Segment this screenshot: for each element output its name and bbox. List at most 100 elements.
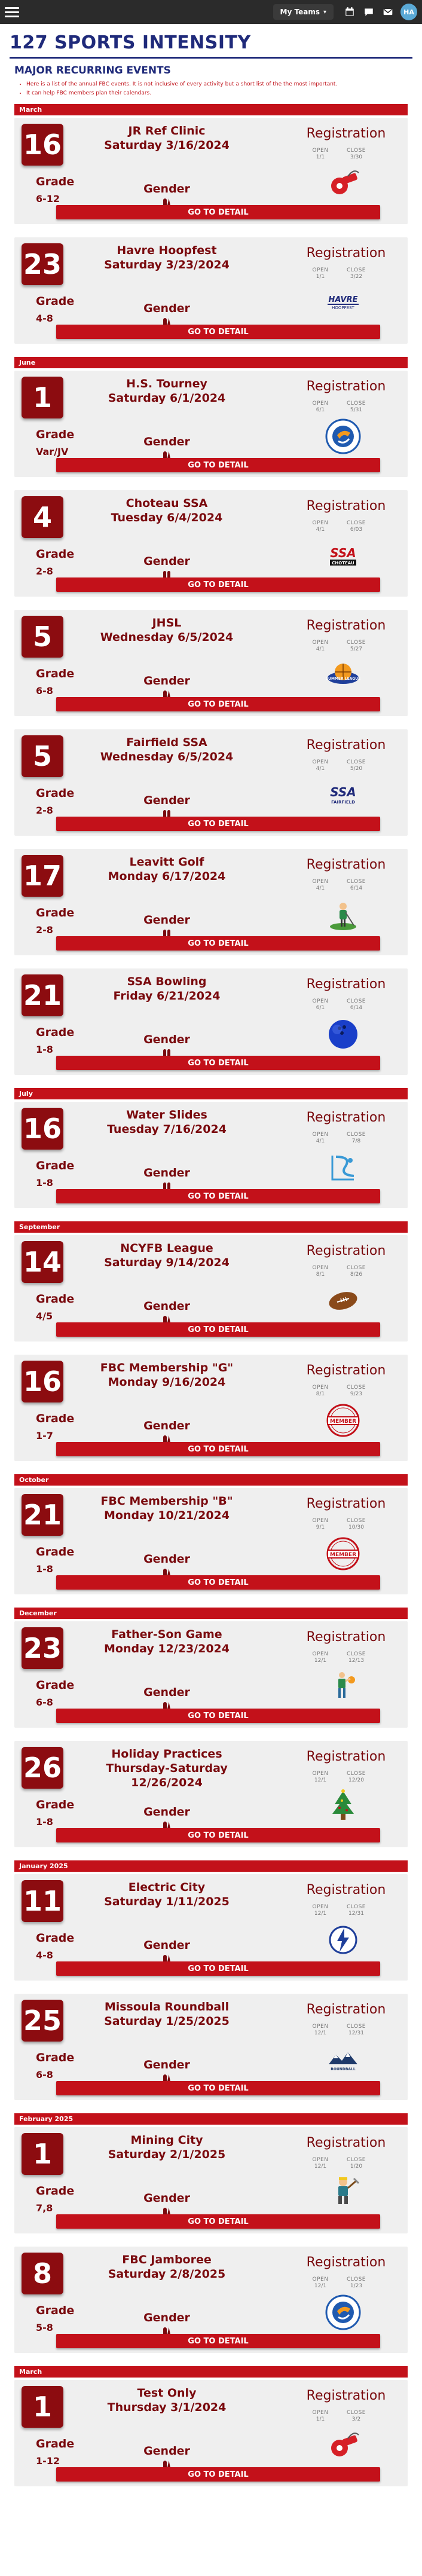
grade-label: Grade [36, 548, 75, 561]
close-label: CLOSE [347, 520, 366, 526]
grade-value: 2-8 [36, 805, 53, 816]
registration-label: Registration [306, 1363, 386, 1378]
grade-value: Var/JV [36, 446, 69, 457]
open-label: OPEN [312, 879, 329, 885]
ssa-fairfield-logo: SSA FAIRFIELD [324, 776, 362, 814]
event-name: Fairfield SSA [126, 736, 207, 749]
go-to-detail-button[interactable]: GO TO DETAIL [56, 2081, 380, 2095]
event-card: 4 Grade 2-8 Choteau SSA Tuesday 6/4/2024 Gend… [14, 490, 408, 597]
month-header: September [14, 1221, 408, 1233]
close-value: 5/20 [350, 766, 363, 772]
event-name: Electric City [128, 1881, 206, 1894]
event-name: H.S. Tourney [126, 377, 207, 390]
close-label: CLOSE [347, 640, 366, 646]
grade-label: Grade [36, 1679, 75, 1692]
go-to-detail-button[interactable]: GO TO DETAIL [56, 205, 380, 219]
event-date: Monday 6/17/2024 [108, 870, 226, 883]
close-date: CLOSE 12/20 [344, 1771, 368, 1784]
go-to-detail-button[interactable]: GO TO DETAIL [56, 817, 380, 831]
event-card: 21 Grade 1-8 FBC Membership "B" Monday 10/21… [14, 1488, 408, 1594]
go-to-detail-button[interactable]: GO TO DETAIL [56, 1322, 380, 1337]
go-to-detail-button[interactable]: GO TO DETAIL [56, 1961, 380, 1976]
grade-value: 2-8 [36, 924, 53, 936]
go-to-detail-button[interactable]: GO TO DETAIL [56, 1442, 380, 1456]
event-card: 23 Grade 6-8 Father-Son Game Monday 12/23/20… [14, 1621, 408, 1728]
event-name: Test Only [137, 2386, 197, 2400]
open-label: OPEN [312, 2276, 329, 2282]
event-date: Saturday 6/1/2024 [108, 392, 226, 405]
registration-label: Registration [306, 2255, 386, 2270]
event-card: 1 Grade 7,8 Mining City Saturday 2/1/2025 Gen… [14, 2127, 408, 2233]
go-to-detail-button[interactable]: GO TO DETAIL [56, 1575, 380, 1590]
event-card: 16 Grade 1-7 FBC Membership "G" Monday 9/16/… [14, 1355, 408, 1461]
open-value: 12/1 [314, 1658, 327, 1664]
close-date: CLOSE 7/8 [344, 1132, 368, 1145]
grade-label: Grade [36, 1159, 75, 1172]
close-date: CLOSE 5/31 [344, 401, 368, 414]
close-value: 5/31 [350, 407, 363, 413]
svg-text:SSA: SSA [330, 546, 356, 560]
go-to-detail-button[interactable]: GO TO DETAIL [56, 2214, 380, 2229]
gender-label: Gender [143, 2192, 190, 2205]
mail-icon[interactable] [380, 4, 396, 20]
close-date: CLOSE 9/23 [344, 1385, 368, 1398]
my-teams-dropdown[interactable]: My Teams ▾ [273, 4, 334, 20]
gender-label: Gender [143, 1166, 190, 1179]
event-date: Tuesday 7/16/2024 [107, 1123, 227, 1136]
grade-label: Grade [36, 1798, 75, 1811]
open-label: OPEN [312, 759, 329, 765]
go-to-detail-button[interactable]: GO TO DETAIL [56, 697, 380, 711]
event-title: Fairfield SSA Wednesday 6/5/2024 [74, 735, 259, 764]
grade-value: 6-8 [36, 685, 53, 696]
user-avatar[interactable]: HA [400, 4, 417, 20]
close-value: 9/23 [350, 1391, 363, 1397]
go-to-detail-button[interactable]: GO TO DETAIL [56, 325, 380, 339]
event-title: JHSL Wednesday 6/5/2024 [74, 616, 259, 644]
event-date: Saturday 2/8/2025 [108, 2268, 226, 2281]
go-to-detail-button[interactable]: GO TO DETAIL [56, 1828, 380, 1842]
event-card: 11 Grade 4-8 Electric City Saturday 1/11/202… [14, 1874, 408, 1981]
miner-logo [324, 2174, 362, 2212]
events-list: March 16 Grade 6-12 JR Ref Clinic Saturday 3/… [0, 104, 422, 2486]
christmas-tree-logo [324, 1787, 362, 1826]
event-date: Saturday 3/16/2024 [104, 139, 230, 152]
event-title: Mining City Saturday 2/1/2025 [74, 2133, 259, 2162]
hamburger-menu-icon[interactable] [5, 5, 19, 19]
event-name: SSA Bowling [127, 975, 207, 988]
event-name: Choteau SSA [126, 497, 208, 510]
event-card: 5 Grade 2-8 Fairfield SSA Wednesday 6/5/2024… [14, 729, 408, 836]
section-title: MAJOR RECURRING EVENTS [14, 65, 171, 77]
registration-label: Registration [306, 2135, 386, 2150]
go-to-detail-button[interactable]: GO TO DETAIL [56, 2467, 380, 2482]
gender-label: Gender [143, 1805, 190, 1819]
calendar-icon[interactable] [342, 4, 357, 20]
gender-label: Gender [143, 1939, 190, 1952]
go-to-detail-button[interactable]: GO TO DETAIL [56, 458, 380, 472]
whistle-logo [324, 164, 362, 203]
gender-label: Gender [143, 913, 190, 927]
open-label: OPEN [312, 2157, 329, 2163]
open-label: OPEN [312, 1518, 329, 1524]
go-to-detail-button[interactable]: GO TO DETAIL [56, 2334, 380, 2348]
grade-value: 6-12 [36, 193, 60, 204]
go-to-detail-button[interactable]: GO TO DETAIL [56, 936, 380, 951]
event-day: 4 [22, 496, 63, 538]
chat-icon[interactable] [361, 4, 377, 20]
registration-label: Registration [306, 126, 386, 141]
open-date: OPEN 12/1 [308, 1651, 332, 1664]
close-value: 6/03 [350, 527, 363, 533]
open-value: 8/1 [316, 1391, 325, 1397]
event-title: FBC Membership "G" Monday 9/16/2024 [74, 1361, 259, 1389]
sports-club-logo [324, 2293, 362, 2331]
close-value: 10/30 [348, 1524, 364, 1530]
registration-label: Registration [306, 2388, 386, 2403]
go-to-detail-button[interactable]: GO TO DETAIL [56, 1056, 380, 1070]
go-to-detail-button[interactable]: GO TO DETAIL [56, 577, 380, 592]
gender-label: Gender [143, 1033, 190, 1046]
gender-label: Gender [143, 435, 190, 448]
event-day: 5 [22, 616, 63, 658]
event-day: 11 [22, 1880, 63, 1922]
go-to-detail-button[interactable]: GO TO DETAIL [56, 1709, 380, 1723]
go-to-detail-button[interactable]: GO TO DETAIL [56, 1189, 380, 1203]
event-name: JR Ref Clinic [128, 124, 206, 137]
